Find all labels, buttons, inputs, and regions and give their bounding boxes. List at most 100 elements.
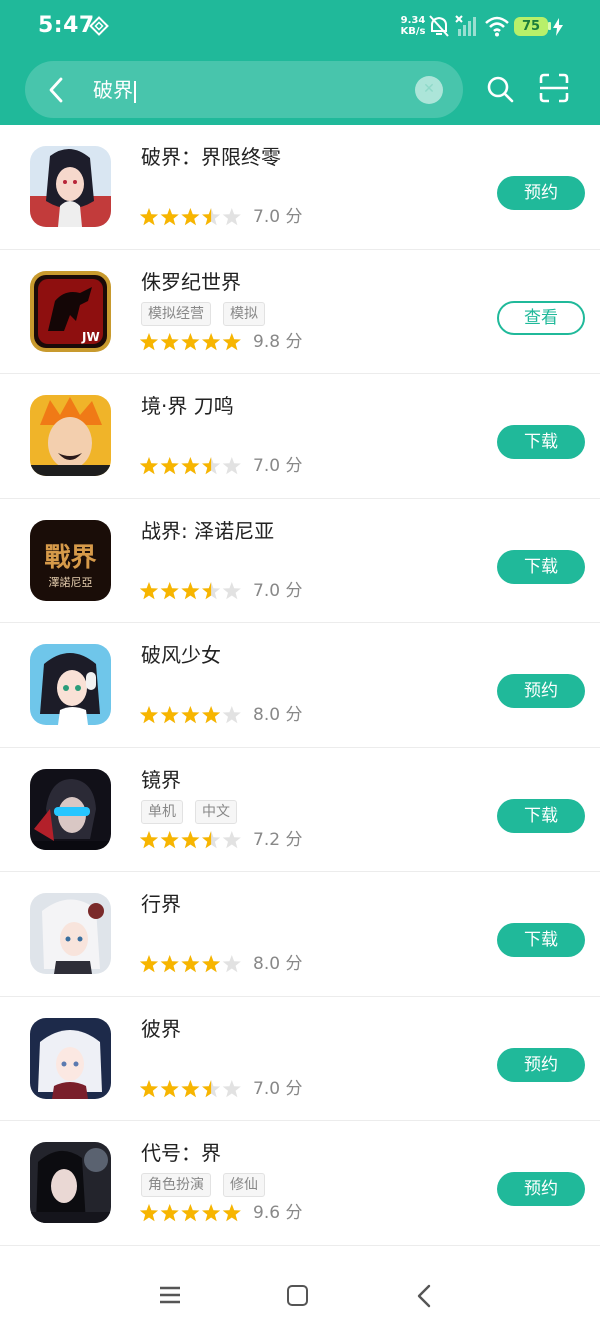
star-filled [181, 1204, 200, 1222]
app-icon[interactable] [30, 1017, 111, 1099]
search-query: 破界 [93, 78, 133, 102]
text-caret [134, 80, 136, 103]
status-bar: 5:47 9.34 KB/s 75 [0, 0, 600, 52]
view-button[interactable]: 查看 [497, 300, 585, 335]
app-icon[interactable] [30, 768, 111, 850]
star-filled [160, 208, 179, 226]
score: 7.0 分 [253, 580, 303, 601]
app-icon[interactable]: 戰界 澤諾尼亞 [30, 519, 111, 601]
search-input[interactable]: 破界 [93, 76, 136, 104]
home-icon[interactable] [287, 1285, 308, 1306]
app-name[interactable]: 破界：界限终零 [141, 143, 281, 171]
star-filled [222, 1204, 241, 1222]
reserve-button[interactable]: 预约 [497, 176, 585, 210]
list-item[interactable]: 戰界 澤諾尼亞 战界: 泽诺尼亚 7.0 分 下载 [0, 499, 600, 623]
app-icon-art [30, 1142, 111, 1223]
app-name[interactable]: 战界: 泽诺尼亚 [141, 517, 274, 545]
star-filled [181, 208, 200, 226]
download-button[interactable]: 下载 [497, 923, 585, 957]
app-name[interactable]: 彼界 [141, 1015, 181, 1043]
app-icon-art [30, 1017, 111, 1099]
star-rating [140, 1204, 241, 1222]
app-icon-art [30, 644, 111, 725]
tag[interactable]: 中文 [195, 799, 237, 824]
app-icon-text: 戰界 [44, 543, 96, 573]
star-rating [140, 706, 241, 724]
app-name[interactable]: 侏罗纪世界 [141, 268, 241, 296]
tag[interactable]: 单机 [141, 799, 183, 824]
star-rating [140, 830, 241, 848]
app-icon-art [30, 768, 111, 850]
download-button[interactable]: 下载 [497, 798, 585, 833]
reserve-button[interactable]: 预约 [497, 1047, 585, 1082]
star-filled [222, 332, 241, 350]
app-icon[interactable]: JW [30, 270, 111, 352]
star-filled [181, 955, 200, 973]
star-filled [202, 332, 221, 350]
star-filled [181, 457, 200, 475]
app-icon-art [30, 146, 111, 227]
search-results-list: 破界：界限终零 7.0 分 预约 JW 侏罗纪世界 模拟经营 模拟 9.8 分 查… [0, 125, 600, 1246]
list-item[interactable]: 彼界 7.0 分 预约 [0, 997, 600, 1121]
signal-icon [455, 15, 476, 36]
list-item[interactable]: 破界：界限终零 7.0 分 预约 [0, 125, 600, 250]
app-icon[interactable] [30, 1142, 111, 1223]
search-box[interactable]: 破界 ✕ [25, 61, 463, 118]
tag[interactable]: 模拟经营 [141, 301, 211, 326]
app-icon[interactable] [30, 395, 111, 476]
star-rating [140, 581, 241, 599]
score: 9.6 分 [253, 1203, 303, 1223]
list-item[interactable]: 行界 8.0 分 下载 [0, 872, 600, 997]
menu-icon[interactable] [159, 1285, 181, 1305]
score: 7.0 分 [253, 1078, 303, 1099]
list-item[interactable]: 镜界 单机 中文 7.2 分 下载 [0, 748, 600, 872]
search-icon[interactable] [486, 75, 514, 103]
status-time: 5:47 [38, 13, 95, 38]
star-filled [202, 955, 221, 973]
tag[interactable]: 角色扮演 [141, 1173, 211, 1197]
score: 8.0 分 [253, 954, 303, 974]
download-button[interactable]: 下载 [497, 549, 585, 584]
app-name[interactable]: 代号：界 [141, 1139, 221, 1167]
star-filled [140, 332, 159, 350]
app-icon-art [30, 395, 111, 476]
list-item[interactable]: 代号：界 角色扮演 修仙 9.6 分 预约 [0, 1121, 600, 1246]
score: 7.2 分 [253, 829, 303, 850]
app-name[interactable]: 行界 [141, 890, 181, 918]
star-empty [222, 1079, 241, 1097]
star-filled [160, 1079, 179, 1097]
score: 8.0 分 [253, 705, 303, 725]
star-filled [140, 581, 159, 599]
scan-icon[interactable] [539, 73, 569, 103]
score: 7.0 分 [253, 207, 303, 227]
app-name[interactable]: 境·界 刀鸣 [141, 392, 234, 420]
wifi-icon [485, 16, 509, 37]
back-icon[interactable] [417, 1284, 431, 1308]
app-name[interactable]: 镜界 [141, 766, 181, 794]
tag[interactable]: 模拟 [223, 301, 265, 326]
star-empty [222, 208, 241, 226]
app-icon-art: JW [30, 270, 111, 352]
list-item[interactable]: 境·界 刀鸣 7.0 分 下载 [0, 374, 600, 499]
app-icon[interactable] [30, 893, 111, 974]
star-filled [202, 706, 221, 724]
star-empty [222, 457, 241, 475]
star-rating [140, 955, 241, 973]
reserve-button[interactable]: 预约 [497, 1172, 585, 1206]
reserve-button[interactable]: 预约 [497, 674, 585, 708]
tag[interactable]: 修仙 [223, 1173, 265, 1197]
star-filled [160, 1204, 179, 1222]
chevron-left-icon[interactable] [45, 75, 69, 105]
app-icon[interactable] [30, 146, 111, 227]
list-item[interactable]: 破风少女 8.0 分 预约 [0, 623, 600, 748]
star-filled [181, 332, 200, 350]
clear-button[interactable]: ✕ [415, 76, 443, 104]
download-button[interactable]: 下载 [497, 425, 585, 459]
app-name[interactable]: 破风少女 [141, 641, 221, 669]
battery-indicator: 75 [514, 17, 548, 36]
star-filled [160, 457, 179, 475]
list-item[interactable]: JW 侏罗纪世界 模拟经营 模拟 9.8 分 查看 [0, 250, 600, 374]
star-filled [181, 1079, 200, 1097]
star-filled [181, 581, 200, 599]
app-icon[interactable] [30, 644, 111, 725]
